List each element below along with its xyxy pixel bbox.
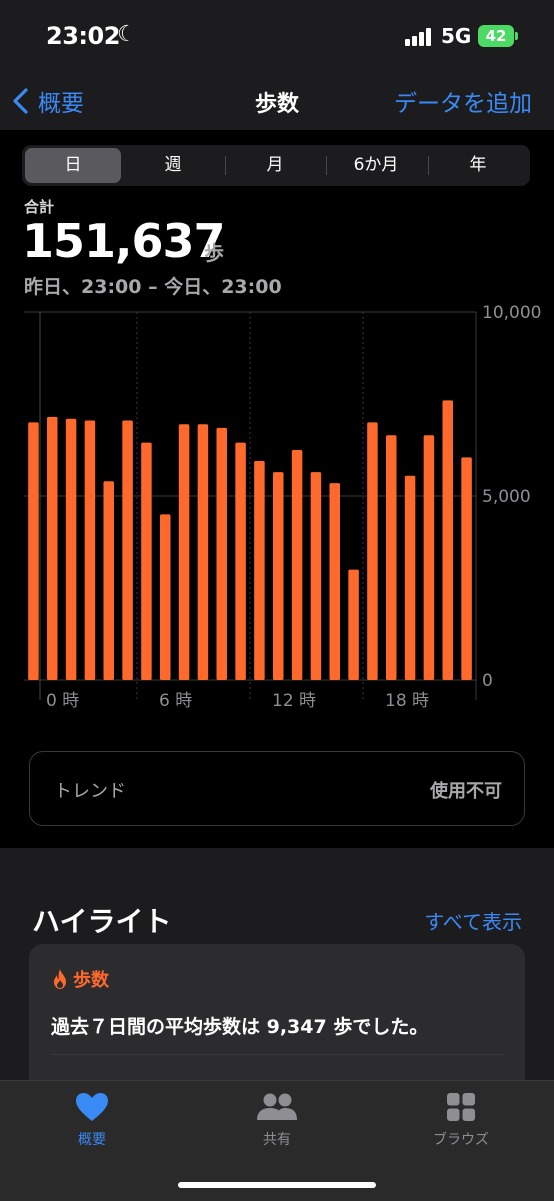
heart-icon [76, 1093, 108, 1121]
chart-bar [160, 514, 171, 680]
chart-bar [28, 422, 39, 680]
chart-bar [273, 472, 284, 680]
highlights-title: ハイライト [32, 905, 172, 938]
highlight-category-label: 歩数 [73, 970, 109, 991]
tab-browse-label: ブラウズ [433, 1132, 489, 1148]
segment-divider [326, 156, 327, 175]
battery-level: 42 [485, 27, 507, 45]
moon-icon: ☾ [117, 22, 137, 47]
people-icon [257, 1093, 297, 1120]
tab-sharing-label: 共有 [263, 1132, 291, 1148]
chart-bar [254, 461, 265, 680]
total-steps-value: 151,637 [22, 214, 226, 268]
x-tick-label: 12 時 [272, 691, 316, 711]
chart-bar [122, 420, 133, 680]
chart-bar [141, 442, 152, 680]
navigation-bar: 概要 歩数 データを追加 [0, 70, 554, 130]
chart-bar [103, 481, 114, 680]
chart-bar [291, 450, 303, 680]
total-steps-unit: 歩 [204, 241, 224, 265]
add-data-button[interactable]: データを追加 [394, 84, 532, 118]
y-tick-label: 0 [482, 671, 493, 691]
grid-icon [447, 1093, 475, 1121]
tab-summary[interactable]: 概要 [32, 1091, 152, 1149]
tab-sharing[interactable]: 共有 [217, 1091, 337, 1149]
highlight-category: 歩数 [51, 966, 109, 992]
x-tick-label: 6 時 [159, 691, 192, 711]
show-all-link[interactable]: すべて表示 [424, 906, 522, 935]
home-indicator [178, 1182, 376, 1188]
chart-bar [461, 457, 472, 680]
trend-label: トレンド [54, 781, 126, 802]
chart-bar [404, 475, 416, 680]
flame-icon [54, 969, 66, 989]
segment-divider [428, 156, 429, 175]
segment-week[interactable]: 週 [125, 148, 221, 183]
trend-value: 使用不可 [430, 781, 502, 802]
chart-bar [329, 483, 340, 680]
chart-bar [442, 400, 453, 680]
chart-bar [65, 418, 77, 680]
chart-bar [348, 569, 359, 680]
tab-summary-label: 概要 [78, 1132, 106, 1148]
segment-6months[interactable]: 6か月 [328, 148, 424, 183]
chart-bar [84, 420, 96, 680]
chart-bar [423, 435, 435, 680]
y-tick-label: 10,000 [482, 303, 541, 323]
segment-year[interactable]: 年 [430, 148, 526, 183]
trend-card[interactable]: トレンド 使用不可 [29, 751, 525, 826]
y-tick-label: 5,000 [482, 487, 531, 507]
steps-bar-chart[interactable]: 10,000 5,000 0 0 時 6 時 12 時 18 時 [0, 300, 554, 720]
chart-bar [47, 416, 58, 680]
segment-day[interactable]: 日 [25, 148, 121, 183]
chart-bar [235, 442, 246, 680]
chart-bar [216, 427, 227, 680]
period-segmented-control: 日 週 月 6か月 年 [22, 145, 530, 186]
chart-bar [197, 424, 209, 680]
chart-bar [178, 424, 190, 680]
highlight-text: 過去７日間の平均歩数は 9,347 歩でした。 [51, 1016, 429, 1038]
segment-divider [225, 156, 226, 175]
battery-cap [515, 32, 518, 40]
segment-month[interactable]: 月 [227, 148, 323, 183]
tab-browse[interactable]: ブラウズ [401, 1091, 521, 1149]
x-tick-label: 18 時 [385, 691, 429, 711]
network-label: 5G [441, 24, 472, 48]
battery-icon: 42 [478, 25, 514, 47]
status-bar: 23:02 ☾ 5G 42 [0, 0, 554, 70]
chart-bar [367, 422, 378, 680]
chart-bar [386, 435, 397, 680]
x-tick-label: 0 時 [46, 691, 79, 711]
chart-bar [310, 472, 322, 680]
divider [51, 1054, 503, 1055]
date-range: 昨日、23:00 – 今日、23:00 [24, 276, 282, 298]
signal-icon [405, 28, 435, 46]
status-time: 23:02 [46, 22, 120, 50]
